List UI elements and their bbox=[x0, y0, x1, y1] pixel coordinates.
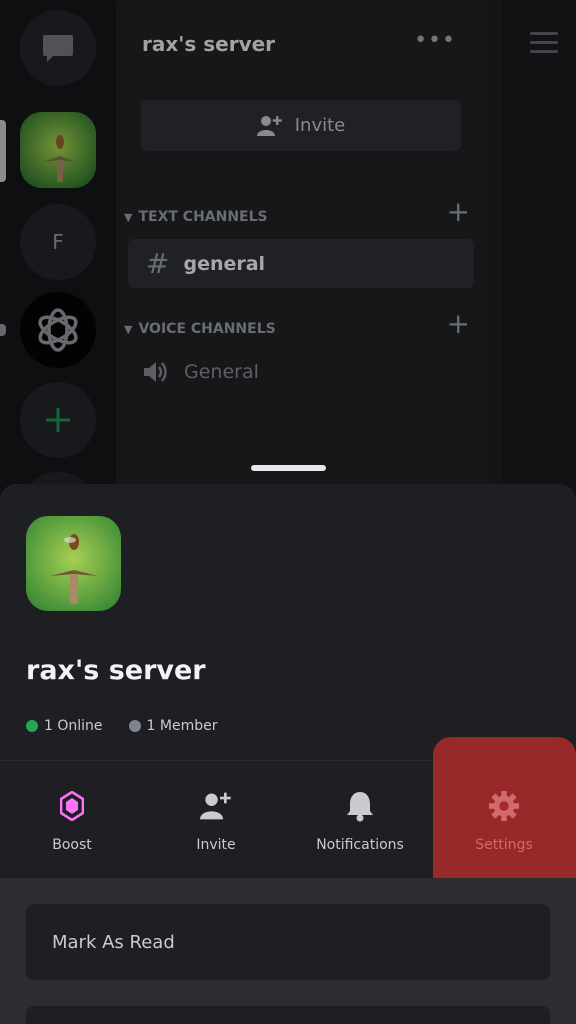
invite-action-button[interactable]: Invite bbox=[144, 761, 288, 878]
server-avatar bbox=[26, 516, 121, 611]
online-label: 1 Online bbox=[44, 718, 103, 734]
server-bottom-sheet: rax's server 1 Online 1 Member Boost Inv… bbox=[0, 484, 576, 1024]
notifications-label: Notifications bbox=[316, 837, 404, 853]
sheet-drag-handle[interactable] bbox=[251, 465, 326, 471]
mark-as-read-label: Mark As Read bbox=[52, 931, 175, 953]
mark-as-read-button[interactable]: Mark As Read bbox=[26, 904, 550, 980]
sheet-actions: Boost Invite Notifications Settings bbox=[0, 761, 576, 878]
server-avatar-image bbox=[26, 516, 121, 611]
app-screen: F rax's server ••• Invite ▼ TEXT CHANNEL… bbox=[0, 0, 576, 1024]
boost-button[interactable]: Boost bbox=[0, 761, 144, 878]
boost-label: Boost bbox=[52, 837, 92, 853]
online-count: 1 Online bbox=[26, 718, 103, 734]
settings-button[interactable]: Settings bbox=[432, 761, 576, 878]
add-user-icon bbox=[200, 789, 232, 823]
sheet-server-name: rax's server bbox=[26, 655, 206, 686]
next-menu-card[interactable] bbox=[26, 1006, 550, 1024]
server-stats: 1 Online 1 Member bbox=[26, 718, 217, 734]
gear-icon bbox=[488, 789, 520, 823]
member-count: 1 Member bbox=[128, 718, 218, 734]
online-status-icon bbox=[26, 720, 38, 732]
notifications-button[interactable]: Notifications bbox=[288, 761, 432, 878]
settings-label: Settings bbox=[475, 837, 533, 853]
invite-action-label: Invite bbox=[196, 837, 236, 853]
boost-icon bbox=[56, 789, 88, 823]
member-label: 1 Member bbox=[146, 718, 218, 734]
bell-icon bbox=[344, 789, 376, 823]
member-status-icon bbox=[128, 720, 141, 732]
sheet-menu-area: Mark As Read bbox=[0, 878, 576, 1024]
